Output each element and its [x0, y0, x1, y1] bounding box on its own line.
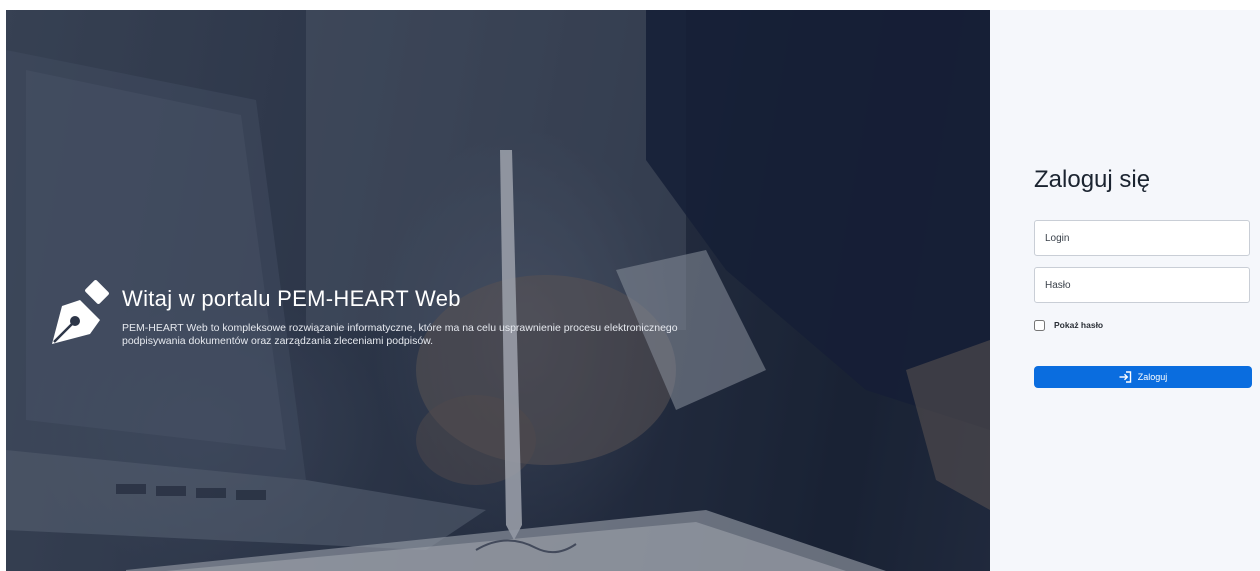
show-password-checkbox[interactable]: [1034, 319, 1045, 331]
login-button-label: Zaloguj: [1137, 372, 1168, 382]
login-button[interactable]: Zaloguj: [1034, 366, 1252, 388]
show-password-toggle[interactable]: Pokaż hasło: [1034, 318, 1103, 332]
fountain-pen-nib-icon: [52, 280, 109, 344]
hero-panel: Witaj w portalu PEM-HEART Web PEM-HEART …: [6, 10, 990, 571]
hero-description: PEM-HEART Web to kompleksowe rozwiązanie…: [122, 322, 678, 347]
login-input[interactable]: [1034, 220, 1250, 256]
hero-content: Witaj w portalu PEM-HEART Web PEM-HEART …: [50, 278, 950, 358]
login-page: Witaj w portalu PEM-HEART Web PEM-HEART …: [0, 0, 1260, 571]
login-panel: Zaloguj się Pokaż hasło Zaloguj: [990, 10, 1260, 571]
login-title: Zaloguj się: [1034, 166, 1151, 193]
show-password-label: Pokaż hasło: [1054, 320, 1104, 330]
hero-title: Witaj w portalu PEM-HEART Web: [122, 286, 461, 311]
login-arrow-icon: [1119, 371, 1131, 383]
password-input[interactable]: [1034, 267, 1250, 303]
